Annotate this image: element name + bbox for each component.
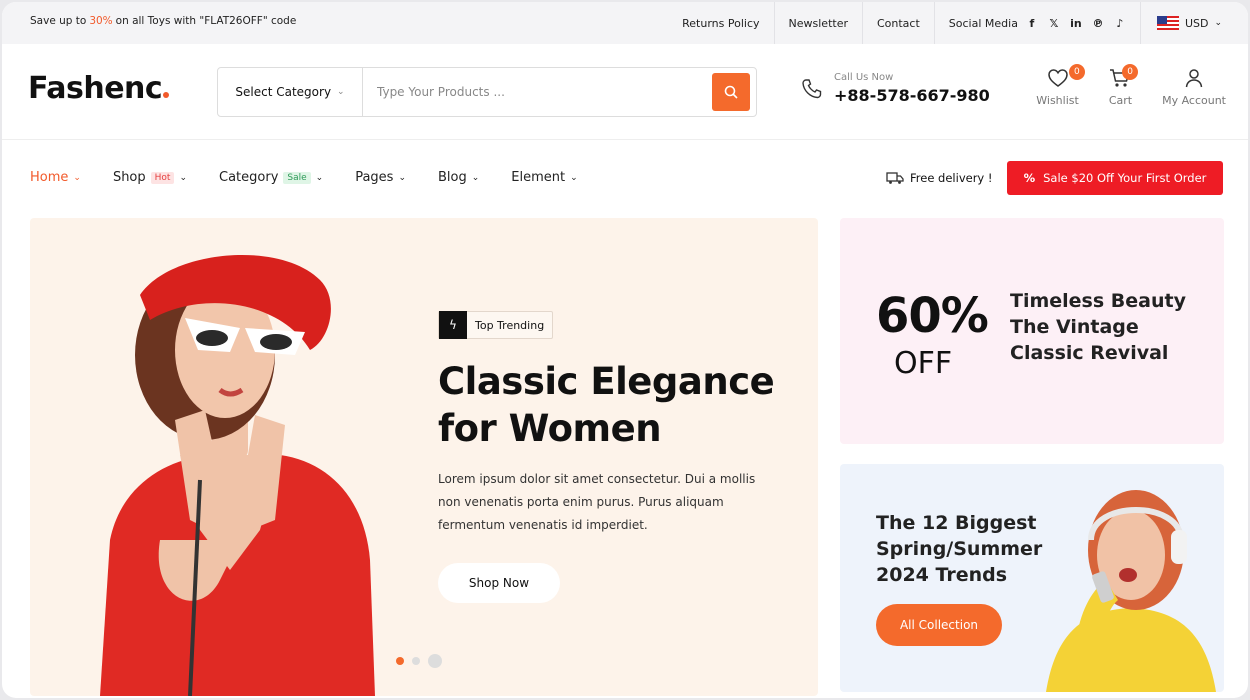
logo-dot xyxy=(163,92,170,98)
call-number[interactable]: +88-578-667-980 xyxy=(834,86,990,105)
currency-label: USD xyxy=(1184,16,1209,30)
all-collection-button[interactable]: All Collection xyxy=(876,604,1002,646)
chevron-down-icon: ⌄ xyxy=(315,172,324,183)
page-frame: Save up to 30% on all Toys with "FLAT26OFF… xyxy=(2,2,1248,698)
nav-item-element[interactable]: Element ⌄ xyxy=(511,170,577,185)
slider-dot-2[interactable] xyxy=(412,657,420,665)
top-trending-badge: ϟ Top Trending xyxy=(438,311,554,339)
phone-icon xyxy=(802,78,822,98)
free-delivery-label: Free delivery ! xyxy=(910,171,993,185)
contact-link[interactable]: Contact xyxy=(861,2,934,44)
cart-button[interactable]: 0 Cart xyxy=(1108,64,1139,107)
chevron-down-icon: ⌄ xyxy=(570,172,578,183)
tiktok-icon[interactable]: ♪ xyxy=(1114,17,1126,30)
discount-percent: 60% xyxy=(876,288,989,344)
banner-headline: Timeless Beauty The Vintage Classic Revi… xyxy=(1010,290,1186,364)
truck-icon xyxy=(886,172,904,184)
nav-item-label: Shop xyxy=(112,170,146,185)
promo-percent: 30% xyxy=(89,15,113,27)
hero-title: Classic Elegance for Women xyxy=(438,360,775,450)
cart-count-badge: 0 xyxy=(1122,64,1139,80)
discount-off-label: OFF xyxy=(894,346,953,381)
chevron-down-icon: ⌄ xyxy=(179,172,187,183)
sale-offer-label: Sale $20 Off Your First Order xyxy=(1043,171,1207,185)
search-button[interactable] xyxy=(712,73,750,111)
hot-tag: Hot xyxy=(150,171,175,184)
promo-before: Save up to xyxy=(30,15,87,27)
free-delivery: Free delivery ! xyxy=(886,171,993,185)
returns-policy-link[interactable]: Returns Policy xyxy=(668,2,773,44)
hero-slider: ϟ Top Trending Classic Elegance for Wome… xyxy=(30,218,818,696)
top-links: Returns Policy Newsletter Contact Social… xyxy=(668,2,1248,44)
wishlist-count-badge: 0 xyxy=(1068,64,1085,80)
currency-selector[interactable]: USD ⌄ xyxy=(1139,2,1248,44)
top-bar: Save up to 30% on all Toys with "FLAT26OFF… xyxy=(2,2,1248,44)
call-info: Call Us Now +88-578-667-980 xyxy=(800,72,990,105)
shop-now-button[interactable]: Shop Now xyxy=(438,563,560,603)
account-label: My Account xyxy=(1162,94,1226,107)
chevron-down-icon: ⌄ xyxy=(73,172,81,183)
user-icon xyxy=(1185,69,1203,88)
promo-banner-trends: The 12 Biggest Spring/Summer 2024 Trends… xyxy=(840,464,1224,692)
main-nav: Home ⌄ Shop Hot ⌄ Category Sale ⌄ Pages … xyxy=(2,140,1248,218)
promo-text: Save up to 30% on all Toys with "FLAT26OFF… xyxy=(30,15,296,27)
heart-icon xyxy=(1047,69,1068,87)
nav-item-home[interactable]: Home ⌄ xyxy=(30,170,81,185)
promo-after: on all Toys with "FLAT26OFF" code xyxy=(115,15,297,27)
promo-banner-60-off[interactable]: 60% OFF Timeless Beauty The Vintage Clas… xyxy=(840,218,1224,444)
search-icon xyxy=(724,85,738,99)
search-input[interactable] xyxy=(363,68,712,116)
lightning-icon: ϟ xyxy=(439,311,467,339)
linkedin-icon[interactable]: in xyxy=(1070,17,1082,30)
chevron-down-icon: ⌄ xyxy=(337,87,345,97)
pinterest-icon[interactable]: ℗ xyxy=(1092,17,1104,30)
social-media: Social Media f 𝕏 in ℗ ♪ xyxy=(933,2,1140,44)
nav-item-label: Pages xyxy=(355,170,394,185)
us-flag-icon xyxy=(1156,16,1179,30)
nav-item-label: Element xyxy=(511,170,566,185)
chevron-down-icon: ⌄ xyxy=(1214,18,1222,28)
sale-offer-button[interactable]: % Sale $20 Off Your First Order xyxy=(1007,161,1223,195)
hero-description: Lorem ipsum dolor sit amet consectetur. … xyxy=(438,472,756,532)
category-select[interactable]: Select Category ⌄ xyxy=(218,68,363,116)
account-button[interactable]: My Account xyxy=(1162,68,1226,107)
wishlist-label: Wishlist xyxy=(1036,94,1079,107)
chevron-down-icon: ⌄ xyxy=(398,172,406,183)
search-bar: Select Category ⌄ xyxy=(217,67,757,117)
nav-item-blog[interactable]: Blog ⌄ xyxy=(438,170,479,185)
banner-model-image xyxy=(1046,490,1216,692)
slider-dot-3[interactable] xyxy=(428,654,442,668)
hero-model-image xyxy=(100,254,375,696)
category-select-label: Select Category xyxy=(235,85,332,99)
header-icons: 0 Wishlist 0 Cart My Account xyxy=(1036,64,1226,107)
nav-item-pages[interactable]: Pages ⌄ xyxy=(355,170,406,185)
nav-item-label: Category xyxy=(219,170,279,185)
cart-label: Cart xyxy=(1108,94,1133,107)
facebook-icon[interactable]: f xyxy=(1026,17,1038,30)
sale-tag: Sale xyxy=(283,171,311,184)
newsletter-link[interactable]: Newsletter xyxy=(773,2,862,44)
social-media-label: Social Media xyxy=(948,16,1018,30)
nav-items: Home ⌄ Shop Hot ⌄ Category Sale ⌄ Pages … xyxy=(30,170,578,185)
logo[interactable]: Fashenc xyxy=(28,71,170,106)
wishlist-button[interactable]: 0 Wishlist xyxy=(1036,64,1085,107)
percent-icon: % xyxy=(1023,171,1036,185)
nav-item-category[interactable]: Category Sale ⌄ xyxy=(219,170,323,185)
slider-dots xyxy=(396,654,442,668)
nav-item-label: Blog xyxy=(438,170,467,185)
header: Fashenc Select Category ⌄ Call Us Now +8… xyxy=(2,44,1248,140)
banner-headline: The 12 Biggest Spring/Summer 2024 Trends xyxy=(876,512,1043,586)
call-label: Call Us Now xyxy=(834,72,894,83)
slider-dot-1[interactable] xyxy=(396,657,404,665)
nav-item-label: Home xyxy=(30,170,69,185)
logo-text: Fashenc xyxy=(28,71,163,106)
x-icon[interactable]: 𝕏 xyxy=(1048,17,1060,30)
nav-item-shop[interactable]: Shop Hot ⌄ xyxy=(113,170,187,185)
top-trending-label: Top Trending xyxy=(475,318,545,332)
chevron-down-icon: ⌄ xyxy=(471,172,480,183)
social-icons: f 𝕏 in ℗ ♪ xyxy=(1026,17,1126,30)
